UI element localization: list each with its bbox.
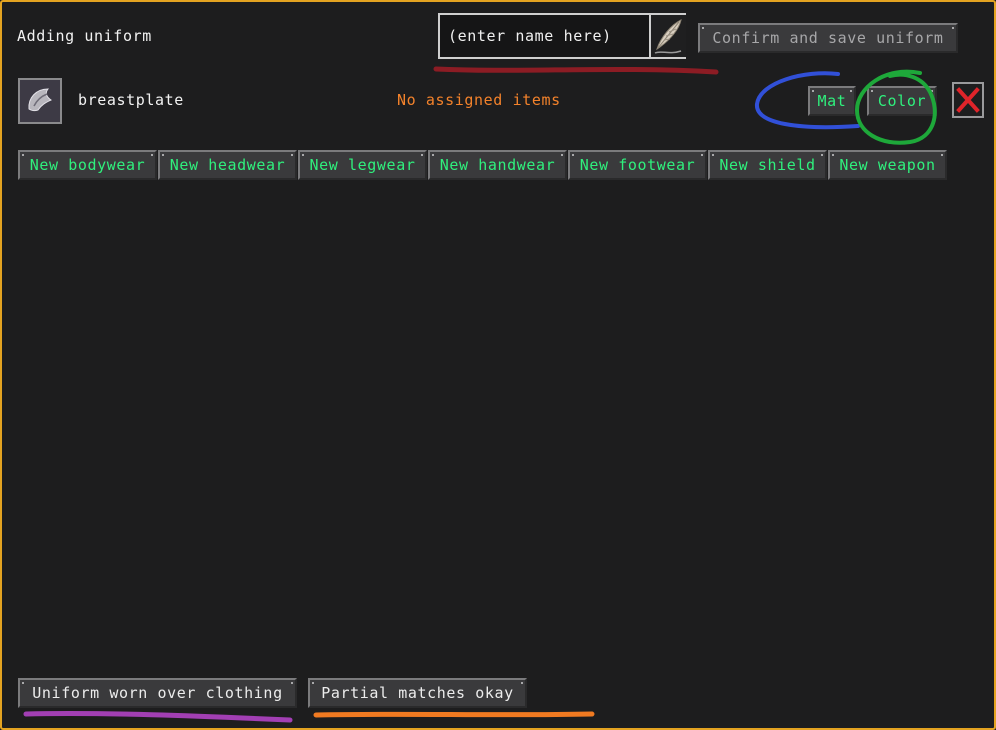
new-headwear-button[interactable]: New headwear: [158, 150, 297, 180]
partial-matches-toggle[interactable]: Partial matches okay: [308, 678, 527, 708]
new-bodywear-button[interactable]: New bodywear: [18, 150, 157, 180]
confirm-save-uniform-button[interactable]: Confirm and save uniform: [698, 23, 958, 53]
red-x-close-icon: [956, 87, 980, 113]
rename-button[interactable]: [649, 15, 686, 57]
new-weapon-button[interactable]: New weapon: [828, 150, 947, 180]
breastplate-slot[interactable]: [18, 78, 62, 124]
uniform-name-placeholder: (enter name here): [448, 27, 612, 45]
color-button[interactable]: Color: [867, 86, 937, 116]
new-shield-button[interactable]: New shield: [708, 150, 827, 180]
new-handwear-button[interactable]: New handwear: [428, 150, 567, 180]
window-title: Adding uniform: [17, 27, 152, 45]
new-legwear-button[interactable]: New legwear: [298, 150, 427, 180]
remove-item-button[interactable]: [952, 82, 984, 118]
item-name: breastplate: [78, 91, 184, 109]
assigned-items-status: No assigned items: [397, 91, 561, 109]
breastplate-icon: [28, 88, 52, 112]
uniform-over-clothing-toggle[interactable]: Uniform worn over clothing: [18, 678, 297, 708]
feather-quill-icon: [654, 19, 682, 54]
new-footwear-button[interactable]: New footwear: [568, 150, 707, 180]
material-button[interactable]: Mat: [808, 86, 856, 116]
